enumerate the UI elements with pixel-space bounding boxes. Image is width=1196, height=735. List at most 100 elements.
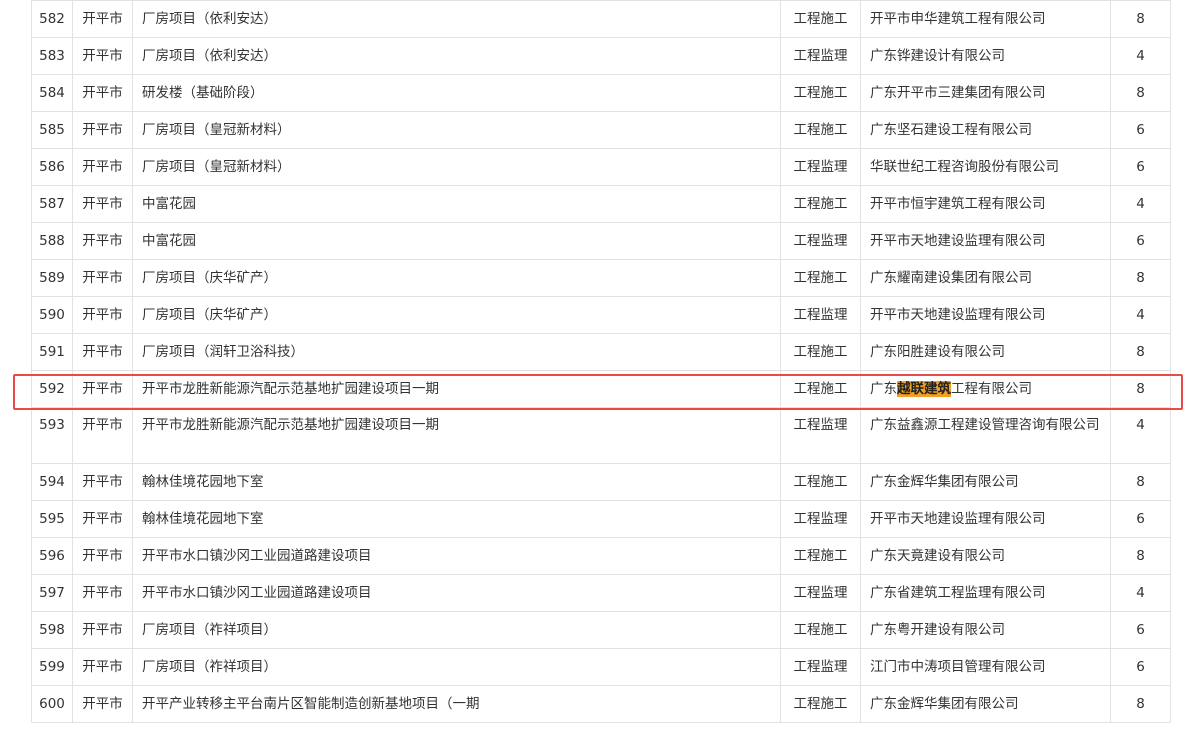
row-city: 开平市: [72, 296, 133, 334]
row-score: 6: [1110, 611, 1171, 649]
row-score: 4: [1110, 37, 1171, 75]
row-score: 6: [1110, 648, 1171, 686]
row-score: 6: [1110, 148, 1171, 186]
row-project: 开平市龙胜新能源汽配示范基地扩园建设项目一期: [132, 407, 781, 464]
row-project: 厂房项目（皇冠新材料）: [132, 148, 781, 186]
row-number: 582: [31, 0, 73, 38]
row-city: 开平市: [72, 611, 133, 649]
row-project: 厂房项目（润轩卫浴科技）: [132, 333, 781, 371]
table-row[interactable]: 593 开平市 开平市龙胜新能源汽配示范基地扩园建设项目一期 工程监理 广东益鑫…: [31, 407, 1171, 464]
row-score: 8: [1110, 0, 1171, 38]
row-number: 596: [31, 537, 73, 575]
row-type: 工程施工: [780, 74, 861, 112]
row-type: 工程施工: [780, 463, 861, 501]
table-row[interactable]: 599 开平市 厂房项目（祚祥项目） 工程监理 江门市中涛项目管理有限公司 6: [31, 648, 1171, 686]
results-table-container: 582 开平市 厂房项目（依利安达） 工程施工 开平市申华建筑工程有限公司 8 …: [31, 0, 1171, 723]
row-project: 开平产业转移主平台南片区智能制造创新基地项目（一期: [132, 685, 781, 723]
table-row[interactable]: 590 开平市 厂房项目（庆华矿产） 工程监理 开平市天地建设监理有限公司 4: [31, 296, 1171, 334]
row-project: 开平市水口镇沙冈工业园道路建设项目: [132, 537, 781, 575]
row-number: 597: [31, 574, 73, 612]
row-type: 工程施工: [780, 370, 861, 408]
row-score: 8: [1110, 333, 1171, 371]
row-city: 开平市: [72, 0, 133, 38]
row-score: 8: [1110, 685, 1171, 723]
table-row-selected[interactable]: 592 开平市 开平市龙胜新能源汽配示范基地扩园建设项目一期 工程施工 广东越联…: [31, 370, 1171, 408]
row-type: 工程施工: [780, 0, 861, 38]
table-row[interactable]: 586 开平市 厂房项目（皇冠新材料） 工程监理 华联世纪工程咨询股份有限公司 …: [31, 148, 1171, 186]
row-type: 工程施工: [780, 685, 861, 723]
row-score: 8: [1110, 370, 1171, 408]
row-type: 工程监理: [780, 648, 861, 686]
row-company: 广东金辉华集团有限公司: [860, 463, 1111, 501]
table-row[interactable]: 591 开平市 厂房项目（润轩卫浴科技） 工程施工 广东阳胜建设有限公司 8: [31, 333, 1171, 371]
row-type: 工程监理: [780, 37, 861, 75]
row-company: 广东天竟建设有限公司: [860, 537, 1111, 575]
row-city: 开平市: [72, 370, 133, 408]
row-company: 广东铧建设计有限公司: [860, 37, 1111, 75]
row-company: 广东阳胜建设有限公司: [860, 333, 1111, 371]
row-type: 工程监理: [780, 148, 861, 186]
row-company: 开平市天地建设监理有限公司: [860, 500, 1111, 538]
row-project: 开平市龙胜新能源汽配示范基地扩园建设项目一期: [132, 370, 781, 408]
table-row[interactable]: 587 开平市 中富花园 工程施工 开平市恒宇建筑工程有限公司 4: [31, 185, 1171, 223]
row-number: 594: [31, 463, 73, 501]
table-row[interactable]: 598 开平市 厂房项目（祚祥项目） 工程施工 广东粤开建设有限公司 6: [31, 611, 1171, 649]
row-number: 599: [31, 648, 73, 686]
row-city: 开平市: [72, 185, 133, 223]
row-project: 研发楼（基础阶段）: [132, 74, 781, 112]
row-type: 工程施工: [780, 259, 861, 297]
row-type: 工程施工: [780, 611, 861, 649]
table-row[interactable]: 589 开平市 厂房项目（庆华矿产） 工程施工 广东耀南建设集团有限公司 8: [31, 259, 1171, 297]
row-project: 厂房项目（依利安达）: [132, 0, 781, 38]
row-type: 工程监理: [780, 500, 861, 538]
row-score: 6: [1110, 222, 1171, 260]
row-number: 593: [31, 407, 73, 464]
row-company: 广东越联建筑工程有限公司: [860, 370, 1111, 408]
row-score: 8: [1110, 537, 1171, 575]
row-city: 开平市: [72, 148, 133, 186]
table-row[interactable]: 584 开平市 研发楼（基础阶段） 工程施工 广东开平市三建集团有限公司 8: [31, 74, 1171, 112]
row-score: 8: [1110, 74, 1171, 112]
table-row[interactable]: 583 开平市 厂房项目（依利安达） 工程监理 广东铧建设计有限公司 4: [31, 37, 1171, 75]
row-number: 583: [31, 37, 73, 75]
table-row[interactable]: 585 开平市 厂房项目（皇冠新材料） 工程施工 广东坚石建设工程有限公司 6: [31, 111, 1171, 149]
row-type: 工程监理: [780, 574, 861, 612]
table-row[interactable]: 594 开平市 翰林佳境花园地下室 工程施工 广东金辉华集团有限公司 8: [31, 463, 1171, 501]
row-project: 中富花园: [132, 222, 781, 260]
row-type: 工程监理: [780, 407, 861, 464]
table-row[interactable]: 582 开平市 厂房项目（依利安达） 工程施工 开平市申华建筑工程有限公司 8: [31, 0, 1171, 38]
row-number: 600: [31, 685, 73, 723]
row-project: 厂房项目（庆华矿产）: [132, 296, 781, 334]
row-number: 588: [31, 222, 73, 260]
table-row[interactable]: 595 开平市 翰林佳境花园地下室 工程监理 开平市天地建设监理有限公司 6: [31, 500, 1171, 538]
row-score: 4: [1110, 407, 1171, 464]
search-highlight: 越联建筑: [897, 381, 951, 397]
row-number: 595: [31, 500, 73, 538]
table-row[interactable]: 588 开平市 中富花园 工程监理 开平市天地建设监理有限公司 6: [31, 222, 1171, 260]
row-company: 广东益鑫源工程建设管理咨询有限公司: [860, 407, 1111, 464]
row-city: 开平市: [72, 537, 133, 575]
table-row[interactable]: 597 开平市 开平市水口镇沙冈工业园道路建设项目 工程监理 广东省建筑工程监理…: [31, 574, 1171, 612]
row-company: 广东金辉华集团有限公司: [860, 685, 1111, 723]
row-company: 江门市中涛项目管理有限公司: [860, 648, 1111, 686]
row-number: 590: [31, 296, 73, 334]
company-suffix: 工程有限公司: [951, 381, 1032, 397]
row-company: 开平市天地建设监理有限公司: [860, 222, 1111, 260]
row-number: 586: [31, 148, 73, 186]
company-prefix: 广东: [870, 381, 897, 397]
row-project: 翰林佳境花园地下室: [132, 500, 781, 538]
row-score: 8: [1110, 463, 1171, 501]
row-score: 4: [1110, 574, 1171, 612]
row-project: 厂房项目（庆华矿产）: [132, 259, 781, 297]
row-project: 中富花园: [132, 185, 781, 223]
row-type: 工程施工: [780, 111, 861, 149]
row-company: 开平市申华建筑工程有限公司: [860, 0, 1111, 38]
row-number: 585: [31, 111, 73, 149]
table-row[interactable]: 600 开平市 开平产业转移主平台南片区智能制造创新基地项目（一期 工程施工 广…: [31, 685, 1171, 723]
row-type: 工程施工: [780, 333, 861, 371]
table-row[interactable]: 596 开平市 开平市水口镇沙冈工业园道路建设项目 工程施工 广东天竟建设有限公…: [31, 537, 1171, 575]
row-type: 工程施工: [780, 185, 861, 223]
row-city: 开平市: [72, 259, 133, 297]
row-project: 开平市水口镇沙冈工业园道路建设项目: [132, 574, 781, 612]
row-score: 6: [1110, 111, 1171, 149]
